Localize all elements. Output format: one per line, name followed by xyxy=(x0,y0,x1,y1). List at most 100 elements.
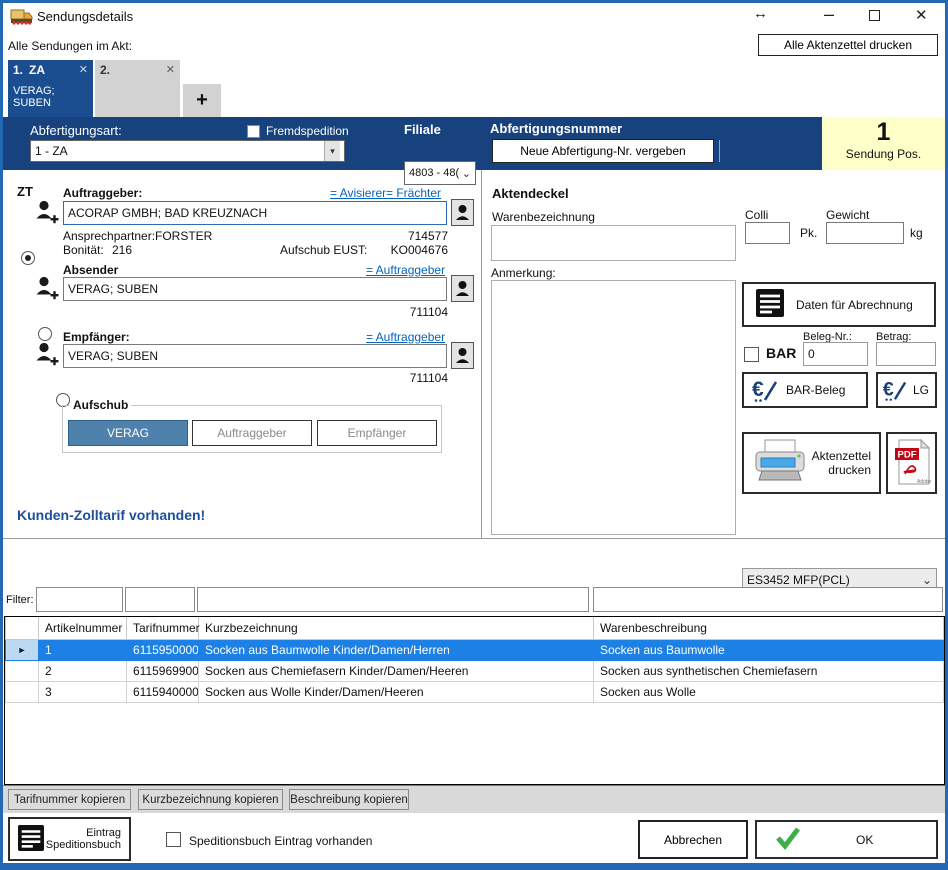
speditionsbuch-checkbox-label: Speditionsbuch Eintrag vorhanden xyxy=(189,834,372,848)
table-cell[interactable]: 61159699000 xyxy=(127,660,199,681)
filter-input-artikelnummer[interactable] xyxy=(36,587,123,612)
table-cell[interactable]: Socken aus Baumwolle xyxy=(594,639,944,660)
table-cell[interactable]: 61159400000 xyxy=(127,681,199,702)
filter-input-tarifnummer[interactable] xyxy=(125,587,195,612)
filter-input-warenbeschreibung[interactable] xyxy=(593,587,943,612)
tab1-close-icon[interactable]: ✕ xyxy=(79,63,88,77)
copy-tarifnummer-button[interactable]: Tarifnummer kopieren xyxy=(8,789,131,810)
aufschub-auftraggeber-button[interactable]: Auftraggeber xyxy=(192,420,312,446)
absender-contact-button[interactable] xyxy=(451,275,474,302)
table-cell[interactable]: Socken aus synthetischen Chemiefasern xyxy=(594,660,944,681)
shipment-tab-2[interactable]: 2. ✕ xyxy=(95,60,180,117)
fremdspedition-checkbox[interactable] xyxy=(247,125,260,138)
warenbezeichnung-textarea[interactable] xyxy=(491,225,736,261)
filter-input-kurzbezeichnung[interactable] xyxy=(197,587,589,612)
col-warenbeschreibung[interactable]: Warenbeschreibung xyxy=(594,617,944,639)
copy-beschreibung-button[interactable]: Beschreibung kopieren xyxy=(289,789,409,810)
table-cell[interactable]: 3 xyxy=(39,681,127,702)
lg-label: LG xyxy=(913,383,929,397)
svg-text:€: € xyxy=(752,378,764,401)
pk-label: Pk. xyxy=(800,226,817,240)
table-cell[interactable]: Socken aus Wolle Kinder/Damen/Heeren xyxy=(199,681,594,702)
anmerkung-textarea[interactable] xyxy=(491,280,736,535)
table-cell[interactable]: Socken aus Baumwolle Kinder/Damen/Herren xyxy=(199,639,594,660)
table-cell[interactable]: 61159500000 xyxy=(127,639,199,660)
eintrag-speditionsbuch-button[interactable]: Eintrag Speditionsbuch xyxy=(8,817,131,861)
bar-beleg-button[interactable]: € BAR-Beleg xyxy=(742,372,868,408)
absender-auftraggeber-link[interactable]: = Auftraggeber xyxy=(366,263,445,277)
bar-checkbox[interactable] xyxy=(744,347,759,362)
abfertigungsart-label: Abfertigungsart: xyxy=(30,123,122,138)
add-shipment-button[interactable]: + xyxy=(183,84,221,117)
col-artikelnummer[interactable]: Artikelnummer xyxy=(39,617,127,639)
filiale-select[interactable]: 4803 - 48( ⌄ xyxy=(404,161,476,185)
add-contact-icon-absender[interactable] xyxy=(35,275,60,305)
printer-chevron-icon[interactable]: ⌄ xyxy=(922,573,932,587)
new-abfertigung-number-button[interactable]: Neue Abfertigung-Nr. vergeben xyxy=(492,139,714,163)
row-selector-cell[interactable] xyxy=(6,660,39,681)
kg-label: kg xyxy=(910,226,923,240)
empfaenger-contact-button[interactable] xyxy=(451,342,474,369)
aktenzettel-line2: drucken xyxy=(812,463,871,477)
row-selector-cell[interactable] xyxy=(6,681,39,702)
table-row[interactable]: ►161159500000Socken aus Baumwolle Kinder… xyxy=(6,639,944,660)
dropdown-arrow-icon[interactable]: ▾ xyxy=(324,141,340,161)
absender-radio[interactable] xyxy=(38,327,52,341)
aufschub-verag-button[interactable]: VERAG xyxy=(68,420,188,446)
colli-input[interactable] xyxy=(745,222,790,244)
print-all-aktenzettel-button[interactable]: Alle Aktenzettel drucken xyxy=(758,34,938,56)
table-cell[interactable]: 2 xyxy=(39,660,127,681)
warenbezeichnung-label: Warenbezeichnung xyxy=(492,210,595,224)
position-count: 1 xyxy=(822,117,945,147)
auftraggeber-radio[interactable] xyxy=(21,251,35,265)
speditionsbuch-checkbox[interactable] xyxy=(166,832,181,847)
betrag-input[interactable] xyxy=(876,342,936,366)
daten-abrechnung-button[interactable]: Daten für Abrechnung xyxy=(742,282,936,327)
resize-icon[interactable]: ↔ xyxy=(753,5,768,22)
fraechter-link[interactable]: = Frächter xyxy=(386,186,441,200)
empfaenger-input[interactable] xyxy=(63,344,447,368)
minimize-button[interactable]: – xyxy=(824,4,834,25)
copy-kurzbezeichnung-button[interactable]: Kurzbezeichnung kopieren xyxy=(138,789,283,810)
auftraggeber-input[interactable] xyxy=(63,201,447,225)
table-cell[interactable]: 1 xyxy=(39,639,127,660)
abfertigungsart-select[interactable]: 1 - ZA ▾ xyxy=(30,140,345,162)
row-selector-cell[interactable]: ► xyxy=(6,639,39,660)
cancel-button[interactable]: Abbrechen xyxy=(638,820,748,859)
gewicht-input[interactable] xyxy=(826,222,904,244)
col-tarifnummer[interactable]: Tarifnummer xyxy=(127,617,199,639)
shipment-tab-1[interactable]: 1. ZA ✕ VERAG; SUBEN xyxy=(8,60,93,117)
empfaenger-auftraggeber-link[interactable]: = Auftraggeber xyxy=(366,330,445,344)
aufschub-eust-label: Aufschub EUST: xyxy=(280,243,367,257)
close-button[interactable]: ✕ xyxy=(915,6,928,24)
absender-input[interactable] xyxy=(63,277,447,301)
beleg-nr-input[interactable] xyxy=(803,342,868,366)
svg-text:PDF: PDF xyxy=(897,449,916,460)
absender-number: 711104 xyxy=(380,305,448,319)
ok-button[interactable]: OK xyxy=(755,820,938,859)
add-contact-icon-auftraggeber[interactable] xyxy=(35,199,60,229)
window-title: Sendungsdetails xyxy=(37,9,133,24)
table-row[interactable]: 261159699000Socken aus Chemiefasern Kind… xyxy=(6,660,944,681)
tab1-header: 1. ZA ✕ xyxy=(13,63,88,77)
aktenzettel-drucken-label: Aktenzettel drucken xyxy=(812,449,871,477)
tab2-close-icon[interactable]: ✕ xyxy=(166,63,175,77)
avisierer-link[interactable]: = Avisierer xyxy=(330,186,386,200)
maximize-button[interactable] xyxy=(869,10,880,21)
pdf-export-button[interactable]: PDF Adobe xyxy=(886,432,937,494)
filiale-label: Filiale xyxy=(404,122,441,137)
auftraggeber-contact-button[interactable] xyxy=(451,199,474,226)
table-row[interactable]: 361159400000Socken aus Wolle Kinder/Dame… xyxy=(6,681,944,702)
lg-button[interactable]: € LG xyxy=(876,372,937,408)
table-cell[interactable]: Socken aus Chemiefasern Kinder/Damen/Hee… xyxy=(199,660,594,681)
pdf-icon: PDF Adobe xyxy=(893,438,931,489)
table-cell[interactable]: Socken aus Wolle xyxy=(594,681,944,702)
aktenzettel-drucken-button[interactable]: Aktenzettel drucken xyxy=(742,432,881,494)
fremdspedition-label: Fremdspedition xyxy=(266,124,349,138)
ok-label: OK xyxy=(856,833,873,847)
col-kurzbezeichnung[interactable]: Kurzbezeichnung xyxy=(199,617,594,639)
aufschub-empfaenger-button[interactable]: Empfänger xyxy=(317,420,437,446)
empfaenger-number: 711104 xyxy=(380,371,448,385)
filiale-chevron-icon[interactable]: ⌄ xyxy=(462,167,471,180)
add-contact-icon-empfaenger[interactable] xyxy=(35,341,60,371)
